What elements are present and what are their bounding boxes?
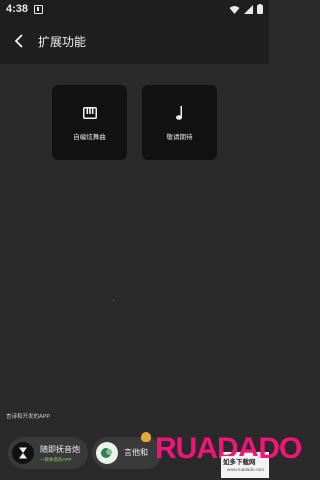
card-coming-soon[interactable]: 敬请期待 [142, 85, 217, 160]
status-icons [229, 4, 263, 14]
card-label: 敬请期待 [166, 133, 193, 141]
piano-icon [82, 105, 97, 121]
page-title: 扩展功能 [38, 34, 87, 49]
back-button[interactable] [0, 18, 38, 64]
hourglass-icon [12, 442, 34, 464]
app-bar: 扩展功能 [0, 18, 269, 64]
wifi-icon [229, 5, 240, 14]
card-custom-song[interactable]: 自编炫舞曲 [52, 85, 127, 160]
hand-icon [141, 432, 151, 442]
notification-icon [34, 4, 44, 14]
promo-item[interactable]: 随即抚音炮 一款休息的APP [8, 437, 88, 469]
music-note-icon [175, 105, 185, 121]
promo-title: 随即抚音炮 [40, 444, 80, 454]
chat-icon [96, 442, 118, 464]
divider-dot [113, 300, 114, 301]
status-bar: 4:38 [0, 0, 269, 18]
signal-icon [244, 4, 253, 14]
main-content: 自编炫舞曲 敬请期待 [0, 64, 269, 434]
watermark-url: www.ruadado.com [225, 467, 267, 472]
footer-note: 言诗和开发的APP [6, 414, 51, 420]
battery-icon [257, 4, 263, 14]
promo-subtitle: 一款休息的APP [40, 456, 72, 462]
watermark-subtitle: 如多下载网 [221, 456, 258, 466]
status-time: 4:38 [6, 3, 29, 15]
chevron-left-icon [14, 34, 23, 48]
watermark-logo: RUADADO 如多下载网 www.ruadado.com [141, 430, 302, 480]
card-label: 自编炫舞曲 [73, 133, 106, 141]
